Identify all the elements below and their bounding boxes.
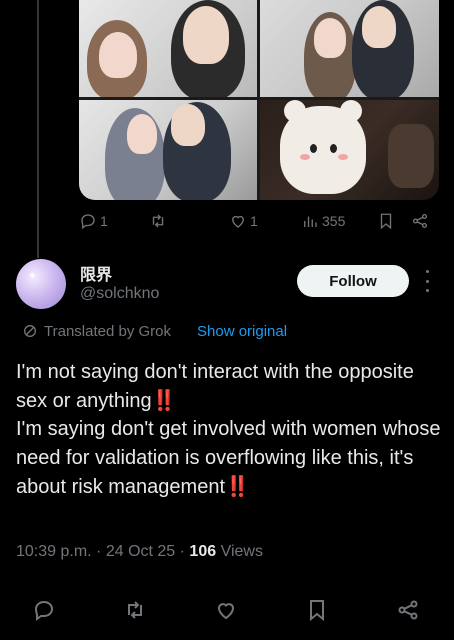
repost-icon bbox=[128, 601, 142, 619]
sparkle-icon: ✦ bbox=[28, 271, 37, 282]
tweet-line-2: I'm saying don't get involved with women… bbox=[16, 418, 441, 498]
display-name[interactable]: 限界 bbox=[80, 261, 112, 285]
repost-button[interactable] bbox=[123, 598, 149, 624]
photo-grid[interactable] bbox=[79, 0, 439, 200]
tweet-time[interactable]: 10:39 p.m. bbox=[16, 543, 92, 560]
media-action-bar: 1 1 355 bbox=[79, 208, 441, 234]
repost-icon bbox=[152, 214, 164, 228]
tweet-date[interactable]: 24 Oct 25 bbox=[106, 543, 175, 560]
like-button[interactable] bbox=[214, 598, 240, 624]
translation-note: Translated by Grok bbox=[22, 321, 171, 341]
views-count: 355 bbox=[322, 213, 346, 229]
user-handle[interactable]: @solchkno bbox=[80, 285, 159, 303]
share-button[interactable] bbox=[411, 208, 429, 234]
like-button[interactable]: 1 bbox=[229, 208, 258, 234]
reply-button[interactable]: 1 bbox=[79, 208, 108, 234]
views-button[interactable]: 355 bbox=[301, 208, 345, 234]
reply-icon bbox=[81, 214, 95, 230]
tweet-meta: 10:39 p.m. · 24 Oct 25 · 106 Views bbox=[16, 543, 263, 560]
share-icon bbox=[412, 213, 428, 229]
more-icon[interactable] bbox=[420, 270, 434, 292]
translation-label: Translated by Grok bbox=[44, 322, 171, 340]
thread-line bbox=[37, 0, 39, 258]
photo-4[interactable] bbox=[260, 100, 439, 200]
double-exclamation-icon: ‼️ bbox=[151, 389, 177, 412]
like-count: 1 bbox=[250, 213, 258, 229]
reply-button[interactable] bbox=[32, 598, 58, 624]
photo-1[interactable] bbox=[79, 0, 257, 97]
reply-icon bbox=[34, 600, 54, 621]
repost-button[interactable] bbox=[149, 208, 170, 234]
share-button[interactable] bbox=[396, 598, 422, 624]
heart-icon bbox=[217, 603, 235, 620]
avatar[interactable]: ✦ bbox=[16, 259, 66, 309]
heart-icon bbox=[232, 215, 244, 228]
show-original-link[interactable]: Show original bbox=[197, 321, 287, 341]
bookmark-button[interactable] bbox=[305, 598, 331, 624]
plush-toy bbox=[280, 100, 366, 194]
tweet-text: I'm not saying don't interact with the o… bbox=[16, 358, 441, 502]
bottom-action-bar bbox=[0, 592, 454, 628]
views-icon bbox=[304, 216, 317, 227]
double-exclamation-icon: ‼️ bbox=[225, 475, 250, 498]
bookmark-button[interactable] bbox=[377, 208, 395, 234]
tweet-line-1: I'm not saying don't interact with the o… bbox=[16, 361, 414, 412]
follow-button[interactable]: Follow bbox=[297, 265, 409, 297]
photo-2[interactable] bbox=[260, 0, 439, 97]
share-icon bbox=[398, 600, 418, 620]
photo-3[interactable] bbox=[79, 100, 257, 200]
views-label: Views bbox=[220, 543, 263, 560]
views-total: 106 bbox=[189, 543, 217, 560]
bookmark-icon bbox=[310, 600, 324, 622]
translate-icon bbox=[24, 325, 36, 337]
reply-count: 1 bbox=[100, 213, 108, 229]
bookmark-icon bbox=[380, 213, 392, 230]
